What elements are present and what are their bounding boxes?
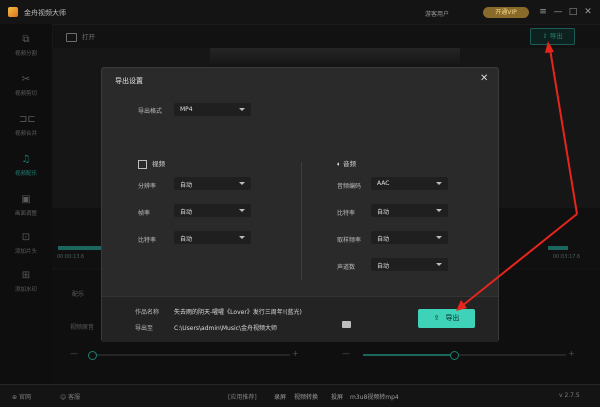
- dialog-title: 导出设置: [115, 77, 143, 85]
- sample-rate-label: 取样频率: [337, 237, 362, 244]
- format-label: 导出格式: [138, 108, 163, 115]
- framerate-value: 自动: [180, 209, 193, 216]
- export-settings-dialog: 导出设置 ✕ 导出格式 MP4 视频 🔈︎ 音频 分辨率 自动 帧率 自动 比特…: [101, 67, 499, 342]
- audio-section-title: 🔈︎ 音频: [337, 158, 356, 169]
- resolution-select[interactable]: 自动: [174, 177, 251, 190]
- app-link-convert[interactable]: 视频转换: [294, 392, 318, 401]
- menu-icon[interactable]: ≡: [537, 6, 549, 18]
- video-section-title: 视频: [138, 158, 165, 169]
- audio-bitrate-value: 自动: [377, 209, 390, 216]
- audio-codec-label: 音频编码: [337, 183, 362, 190]
- minimize-icon[interactable]: —: [552, 6, 564, 18]
- export-button-label: 导出: [445, 314, 460, 322]
- sample-rate-select[interactable]: 自动: [371, 231, 448, 244]
- window-close-icon[interactable]: ✕: [582, 6, 594, 18]
- chevron-down-icon: [239, 108, 245, 111]
- maximize-icon[interactable]: □: [567, 6, 579, 18]
- website-link[interactable]: ⊕ 官网: [12, 392, 31, 401]
- work-name-label: 作品名称: [135, 309, 160, 316]
- audio-bitrate-label: 比特率: [337, 210, 356, 217]
- work-name-field[interactable]: 失去雨的阴天-嚯嚯《Lover》发行三周年!(蓝光): [174, 307, 302, 316]
- chevron-down-icon: [436, 263, 442, 266]
- channels-value: 自动: [377, 263, 390, 270]
- vip-button[interactable]: 开通VIP: [483, 7, 529, 18]
- format-select[interactable]: MP4: [174, 103, 251, 116]
- resolution-label: 分辨率: [138, 183, 157, 190]
- status-bar: ⊕ 官网 ☺ 客服 [应用推荐] 录屏 视频转换 投屏 m3u8视频转mp4 v…: [0, 384, 600, 407]
- chevron-down-icon: [239, 236, 245, 239]
- export-path-field[interactable]: C:\Users\admin\Music\金舟视频大师: [174, 323, 277, 332]
- chevron-down-icon: [436, 236, 442, 239]
- audio-codec-value: AAC: [377, 180, 390, 187]
- video-bitrate-value: 自动: [180, 236, 193, 243]
- app-recommend: [应用推荐]: [228, 394, 257, 401]
- video-bitrate-label: 比特率: [138, 237, 157, 244]
- video-section-label: 视频: [152, 160, 165, 168]
- chevron-down-icon: [239, 182, 245, 185]
- chevron-down-icon: [436, 182, 442, 185]
- dialog-footer: 作品名称 失去雨的阴天-嚯嚯《Lover》发行三周年!(蓝光) 导出至 C:\U…: [102, 296, 498, 342]
- chevron-down-icon: [239, 209, 245, 212]
- section-divider: [301, 162, 302, 280]
- audio-bitrate-select[interactable]: 自动: [371, 204, 448, 217]
- audio-section-label: 音频: [342, 160, 356, 168]
- audio-codec-select[interactable]: AAC: [371, 177, 448, 190]
- app-link-m3u8[interactable]: m3u8视频转mp4: [350, 392, 399, 401]
- resolution-value: 自动: [180, 182, 193, 189]
- export-path-label: 导出至: [135, 325, 154, 332]
- app-title: 金舟视频大师: [24, 9, 66, 17]
- format-value: MP4: [180, 106, 193, 113]
- folder-icon[interactable]: [342, 321, 351, 328]
- app-link-cast[interactable]: 投屏: [331, 392, 343, 401]
- support-link[interactable]: ☺ 客服: [60, 392, 80, 401]
- title-bar: 金舟视频大师 游客用户 开通VIP ≡ — □ ✕: [0, 0, 600, 25]
- dialog-close-icon[interactable]: ✕: [480, 73, 488, 84]
- user-name[interactable]: 游客用户: [425, 9, 449, 18]
- sample-rate-value: 自动: [377, 236, 390, 243]
- channels-label: 声道数: [337, 264, 356, 271]
- support-label: 客服: [68, 394, 81, 401]
- framerate-select[interactable]: 自动: [174, 204, 251, 217]
- chevron-down-icon: [436, 209, 442, 212]
- video-bitrate-select[interactable]: 自动: [174, 231, 251, 244]
- app-logo-icon: [8, 7, 18, 17]
- framerate-label: 帧率: [138, 210, 151, 217]
- app-window: 金舟视频大师 游客用户 开通VIP ≡ — □ ✕ ⧉ 视频分割 ✂ 视频剪切 …: [0, 0, 600, 407]
- upload-icon: ⇪: [433, 314, 440, 322]
- channels-select[interactable]: 自动: [371, 258, 448, 271]
- film-icon: [138, 159, 147, 169]
- export-button[interactable]: ⇪ 导出: [418, 309, 475, 328]
- website-label: 官网: [18, 394, 31, 401]
- app-link-record[interactable]: 录屏: [274, 392, 286, 401]
- version-label: v 2.7.5: [559, 392, 580, 399]
